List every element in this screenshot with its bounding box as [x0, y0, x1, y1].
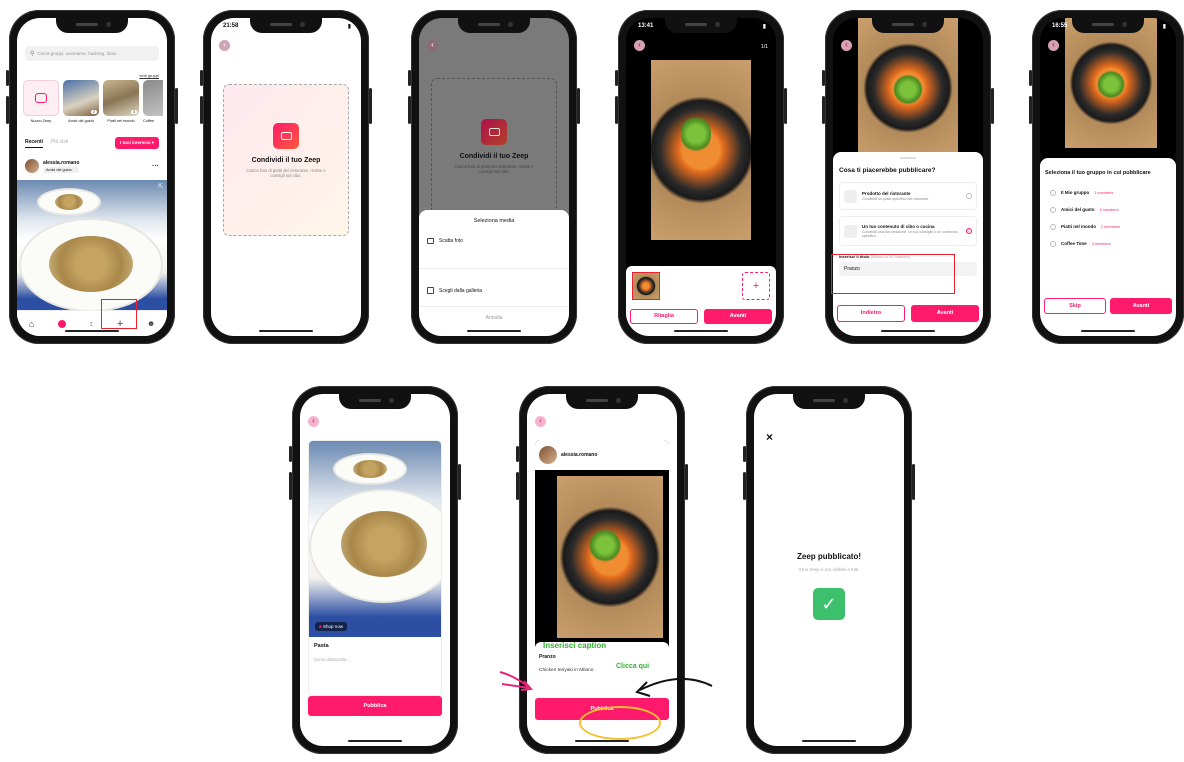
bag-icon: ■ [319, 624, 322, 629]
story-piatti-nel-mondo[interactable]: 3 Piatti nel mondo [103, 80, 139, 123]
stories-row: Nuovo Zeep 2 Amici del gusto 3 Piatti ne… [23, 80, 163, 123]
camera-icon [427, 238, 434, 244]
cancel-button[interactable]: Annulla [419, 315, 569, 321]
back-button[interactable]: ‹ [841, 40, 852, 51]
back-button[interactable]: ‹ [308, 416, 319, 427]
take-photo-option[interactable]: Scatta foto [419, 224, 569, 252]
camera-icon [481, 119, 507, 145]
publish-button[interactable]: Pubblica [308, 696, 442, 716]
option-own-content[interactable]: Un tuo contenuto di cibo o cucina Condiv… [839, 216, 977, 246]
crop-button[interactable]: Ritaglia [630, 309, 698, 324]
store-icon [844, 189, 857, 203]
preview-image [651, 60, 751, 240]
story-new-zeep[interactable]: Nuovo Zeep [23, 80, 59, 123]
publish-type-sheet: Cosa ti piacerebbe pubblicare? Prodotto … [833, 152, 983, 336]
caption-input[interactable]: Scrivi didascalia... [309, 649, 441, 662]
feed-tabs: Recenti Più visti I tuoi interessi ▾ [25, 136, 159, 150]
group-sheet: Seleziona il tuo gruppo in cui pubblicar… [1040, 158, 1176, 336]
annotation-title-highlight [831, 254, 955, 294]
thumbnail-selected[interactable] [632, 272, 660, 300]
radio-own-content[interactable] [966, 228, 972, 234]
profile-icon[interactable]: ☻ [147, 319, 155, 328]
add-media-button[interactable]: + [742, 272, 770, 300]
annotation-insert-caption: Inserisci caption [543, 641, 607, 650]
search-bar[interactable]: ⚲ Cerca gruppi, username, hashtag, titol… [25, 46, 159, 61]
avatar [539, 446, 557, 464]
media-sheet: Seleziona media Scatta foto Scegli dalla… [419, 210, 569, 336]
back-button[interactable]: ‹ [427, 40, 438, 51]
chef-icon [844, 224, 857, 238]
group-list: Il Mio gruppo 1 members Amici del gusto 1 … [1040, 176, 1176, 252]
next-button[interactable]: Avanti [1110, 298, 1172, 314]
group-item[interactable]: Piatti nel mondo 2 members [1050, 218, 1166, 235]
story-coffee[interactable]: Coffee [143, 80, 163, 123]
phone-pasta-caption: ‹ ■ Shop now Pasta Scrivi didascalia... … [289, 386, 461, 754]
annotation-publish-circle [579, 706, 661, 740]
phone-select-group: 16:55 ▮ ‹ Seleziona il tuo gruppo in cui … [1029, 10, 1184, 344]
screen-home: ⚲ Cerca gruppi, username, hashtag, titol… [17, 18, 167, 336]
option-restaurant-product[interactable]: Prodotto del ristorante Condividi un pia… [839, 182, 977, 210]
gallery-icon [427, 287, 434, 294]
bottom-nav: ⌂ ⍛ + ☻ [17, 310, 167, 336]
home-icon[interactable]: ⌂ [29, 319, 34, 329]
post-image [557, 476, 663, 638]
back-button[interactable]: ‹ [634, 40, 645, 51]
phone-select-media: ‹ Condividi il tuo Zeep Carica foto di p… [408, 10, 580, 344]
tab-recent[interactable]: Recenti [25, 139, 44, 148]
annotation-click-here: Clicca qui [616, 663, 650, 670]
group-item[interactable]: Coffee Time 3 members [1050, 235, 1166, 252]
search-icon: ⚲ [30, 51, 35, 57]
phone-home-feed: ⚲ Cerca gruppi, username, hashtag, titol… [6, 10, 178, 344]
camera-icon [273, 123, 299, 149]
upload-dropzone[interactable]: Condividi il tuo Zeep Carica foto di pia… [223, 84, 349, 236]
gallery-option[interactable]: Scegli dalla galleria [419, 269, 569, 302]
camera-icon [35, 93, 47, 103]
phone-share-empty: 21:58 ▮ ‹ Condividi il tuo Zeep Carica fo… [200, 10, 372, 344]
shop-now-badge[interactable]: ■ Shop now [315, 622, 347, 631]
annotation-add-highlight [101, 299, 137, 329]
next-button[interactable]: Avanti [911, 305, 979, 322]
group-item[interactable]: Amici del gusto 1 members [1050, 201, 1166, 218]
tab-viewed[interactable]: Più visti [51, 139, 68, 147]
see-groups-link[interactable]: vedi gruppi [139, 73, 159, 78]
back-button[interactable]: ‹ [535, 416, 546, 427]
next-button[interactable]: Avanti [704, 309, 772, 324]
back-button[interactable]: ‹ [1048, 40, 1059, 51]
post-card: alessia.romano Amici del gusto ··· ⇱ [17, 156, 167, 312]
close-icon[interactable]: × [766, 430, 773, 444]
radio-restaurant-product[interactable] [966, 193, 972, 199]
phone-publish-type: ‹ Cosa ti piacerebbe pubblicare? Prodott… [822, 10, 994, 344]
play-icon[interactable] [57, 319, 66, 328]
avatar[interactable] [25, 159, 39, 173]
media-toolbar: + Ritaglia Avanti [626, 266, 776, 336]
phone-publish-caption: ‹ alessia.romano Pranzo Chicken teriyaki… [516, 386, 688, 754]
expand-icon[interactable]: ⇱ [158, 183, 163, 190]
phone-published: × Zeep pubblicato! Il tuo Zeep è ora vis… [743, 386, 915, 754]
phone-photo-preview: 13:41 ▮ ‹ 1/1 + Ritaglia Avanti [615, 10, 787, 344]
success-check-icon: ✓ [813, 588, 845, 620]
back-button[interactable]: ‹ [219, 40, 230, 51]
cart-icon[interactable]: ⍛ [89, 320, 93, 328]
story-amici-del-gusto[interactable]: 2 Amici del gusto [63, 80, 99, 123]
more-icon[interactable]: ··· [152, 163, 159, 170]
post-preview: alessia.romano Pranzo Chicken teriyaki i… [535, 440, 669, 726]
group-item[interactable]: Il Mio gruppo 1 members [1050, 184, 1166, 201]
skip-button[interactable]: Skip [1044, 298, 1106, 314]
post-image: ■ Shop now [309, 441, 441, 637]
post-preview-card: ■ Shop now Pasta Scrivi didascalia... [308, 440, 442, 696]
interests-button[interactable]: I tuoi interessi ▾ [114, 137, 159, 149]
search-input[interactable]: Cerca gruppi, username, hashtag, titolo [37, 51, 116, 56]
post-image[interactable]: ⇱ [17, 180, 167, 312]
back-button-bottom[interactable]: Indietro [837, 305, 905, 322]
